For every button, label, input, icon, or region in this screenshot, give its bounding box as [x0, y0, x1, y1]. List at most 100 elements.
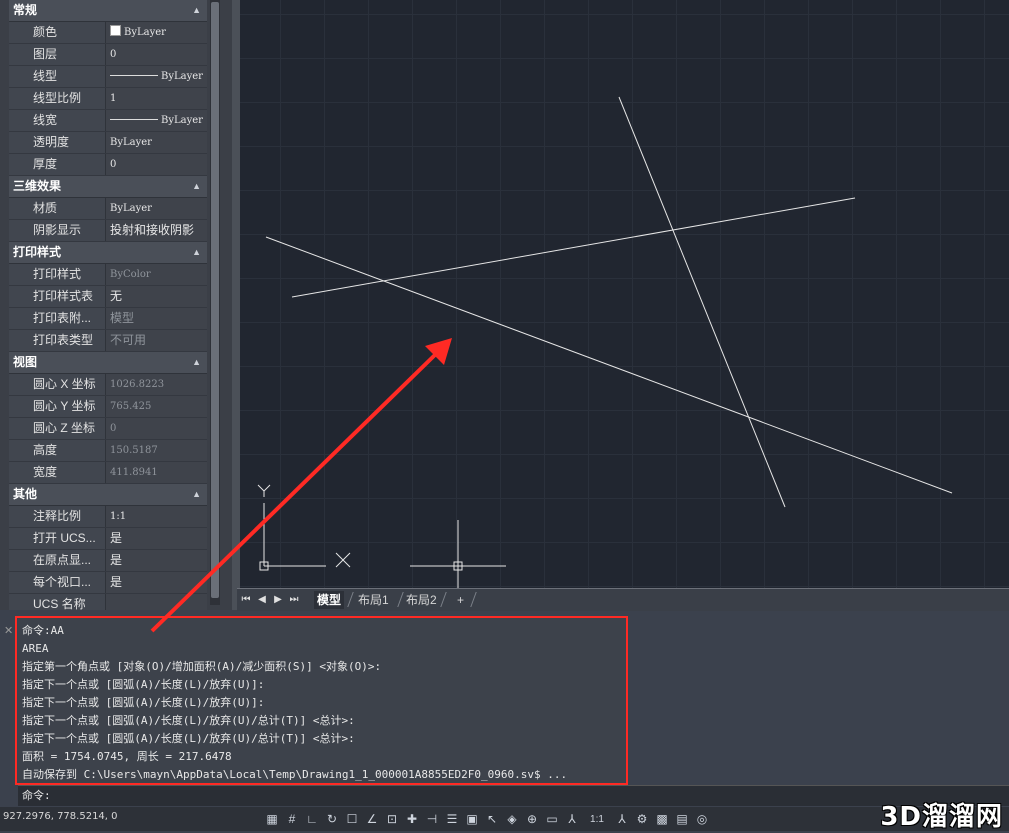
dynamic-ucs-icon[interactable]: ✚ [402, 810, 422, 828]
property-row[interactable]: 打开 UCS... 是 [9, 528, 207, 550]
grid-icon[interactable]: ▦ [262, 810, 282, 828]
zoom-icon[interactable]: ⊕ [522, 810, 542, 828]
crosshair-cursor [410, 520, 506, 588]
isodraft-icon[interactable]: ☐ [342, 810, 362, 828]
property-value[interactable]: 是 [105, 572, 207, 593]
property-value[interactable]: ByLayer [105, 66, 207, 87]
property-row[interactable]: 图层 0 [9, 44, 207, 66]
property-section-header[interactable]: 打印样式 ▲ [9, 242, 207, 264]
tab-layout2[interactable]: 布局2 [403, 591, 440, 609]
property-name: 打开 UCS... [9, 528, 105, 549]
collapse-arrow-icon[interactable]: ▲ [192, 242, 201, 263]
property-value[interactable]: 0 [105, 418, 207, 439]
property-value[interactable]: 投射和接收阴影 [105, 220, 207, 241]
property-row[interactable]: 打印表类型 不可用 [9, 330, 207, 352]
gear-icon[interactable]: ⚙ [632, 810, 652, 828]
collapse-arrow-icon[interactable]: ▲ [192, 0, 201, 21]
dynamic-input-icon[interactable]: ⊣ [422, 810, 442, 828]
property-value[interactable]: ByLayer [105, 22, 207, 43]
property-value[interactable]: 模型 [105, 308, 207, 329]
property-value[interactable]: ByLayer [105, 198, 207, 219]
property-row[interactable]: 线型 ByLayer [9, 66, 207, 88]
status-toolbar: ▦ # ∟ ↻ ☐ ∠ ⊡ ✚ ⊣ ☰ ▣ ↖ ◈ ⊕ ▭ ⅄ 1:1 ⅄ ⚙ … [262, 810, 712, 828]
property-value[interactable] [105, 594, 207, 610]
property-value[interactable]: 是 [105, 528, 207, 549]
status-bar: 927.2976, 778.5214, 0 ▦ # ∟ ↻ ☐ ∠ ⊡ ✚ ⊣ … [0, 807, 1009, 831]
property-value[interactable]: ByLayer [105, 110, 207, 131]
property-row[interactable]: 圆心 Z 坐标 0 [9, 418, 207, 440]
annotation-scale-button[interactable]: 1:1 [582, 810, 612, 828]
collapse-arrow-icon[interactable]: ▲ [192, 484, 201, 505]
customize-icon[interactable]: ◎ [692, 810, 712, 828]
ortho-icon[interactable]: ∟ [302, 810, 322, 828]
object-snap-tracking-icon[interactable]: ∠ [362, 810, 382, 828]
property-value[interactable]: 411.8941 [105, 462, 207, 483]
property-name: 圆心 Y 坐标 [9, 396, 105, 417]
tab-layout1[interactable]: 布局1 [355, 591, 392, 609]
property-value[interactable]: 1 [105, 88, 207, 109]
next-tab-icon[interactable]: ▶ [271, 592, 285, 608]
last-tab-icon[interactable]: ⏭ [287, 592, 301, 608]
property-value[interactable]: 0 [105, 44, 207, 65]
property-value[interactable]: ByLayer [105, 132, 207, 153]
viewport-icon[interactable]: ▭ [542, 810, 562, 828]
property-value[interactable]: 是 [105, 550, 207, 571]
polar-icon[interactable]: ↻ [322, 810, 342, 828]
property-value[interactable]: 不可用 [105, 330, 207, 351]
property-row[interactable]: 宽度 411.8941 [9, 462, 207, 484]
property-row[interactable]: 厚度 0 [9, 154, 207, 176]
prev-tab-icon[interactable]: ◀ [255, 592, 269, 608]
command-input[interactable]: 命令: [18, 785, 1009, 806]
transparency-icon[interactable]: ▣ [462, 810, 482, 828]
hardware-accel-icon[interactable]: ▩ [652, 810, 672, 828]
drawing-canvas[interactable] [240, 0, 1009, 588]
property-name: 圆心 X 坐标 [9, 374, 105, 395]
property-value-text: ByLayer [110, 203, 152, 214]
property-row[interactable]: 透明度 ByLayer [9, 132, 207, 154]
property-row[interactable]: 每个视口... 是 [9, 572, 207, 594]
property-row[interactable]: UCS 名称 [9, 594, 207, 610]
first-tab-icon[interactable]: ⏮ [239, 592, 253, 608]
section-title: 三维效果 [13, 179, 62, 193]
lineweight-icon[interactable]: ☰ [442, 810, 462, 828]
collapse-arrow-icon[interactable]: ▲ [192, 352, 201, 373]
property-section-header[interactable]: 常规 ▲ [9, 0, 207, 22]
object-snap-icon[interactable]: ⊡ [382, 810, 402, 828]
property-value[interactable]: 150.5187 [105, 440, 207, 461]
snap-grid-icon[interactable]: # [282, 810, 302, 828]
property-row[interactable]: 打印样式 ByColor [9, 264, 207, 286]
property-row[interactable]: 注释比例 1:1 [9, 506, 207, 528]
property-row[interactable]: 阴影显示 投射和接收阴影 [9, 220, 207, 242]
annotation-icon[interactable]: ⅄ [612, 810, 632, 828]
property-section-header[interactable]: 三维效果 ▲ [9, 176, 207, 198]
property-section-header[interactable]: 视图 ▲ [9, 352, 207, 374]
property-row[interactable]: 线型比例 1 [9, 88, 207, 110]
close-icon[interactable]: ✕ [4, 624, 13, 637]
tab-model[interactable]: 模型 [314, 591, 345, 609]
highlight-box [15, 616, 628, 785]
property-value[interactable]: 0 [105, 154, 207, 175]
collapse-arrow-icon[interactable]: ▲ [192, 176, 201, 197]
palette-divider[interactable] [232, 0, 240, 610]
property-row[interactable]: 高度 150.5187 [9, 440, 207, 462]
property-value[interactable]: 无 [105, 286, 207, 307]
property-value[interactable]: 765.425 [105, 396, 207, 417]
property-row[interactable]: 打印样式表无 [9, 286, 207, 308]
property-row[interactable]: 材质 ByLayer [9, 198, 207, 220]
property-row[interactable]: 在原点显... 是 [9, 550, 207, 572]
property-row[interactable]: 圆心 X 坐标 1026.8223 [9, 374, 207, 396]
selection-cycling-icon[interactable]: ↖ [482, 810, 502, 828]
properties-scrollbar-thumb[interactable] [211, 2, 219, 598]
add-layout-button[interactable]: + [454, 591, 467, 609]
property-value[interactable]: 1026.8223 [105, 374, 207, 395]
layers-icon[interactable]: ◈ [502, 810, 522, 828]
property-value[interactable]: ByColor [105, 264, 207, 285]
property-row[interactable]: 线宽 ByLayer [9, 110, 207, 132]
property-row[interactable]: 打印表附... 模型 [9, 308, 207, 330]
annotation-visibility-icon[interactable]: ⅄ [562, 810, 582, 828]
property-value[interactable]: 1:1 [105, 506, 207, 527]
property-section-header[interactable]: 其他 ▲ [9, 484, 207, 506]
properties-icon[interactable]: ▤ [672, 810, 692, 828]
property-row[interactable]: 圆心 Y 坐标 765.425 [9, 396, 207, 418]
property-row[interactable]: 颜色 ByLayer [9, 22, 207, 44]
